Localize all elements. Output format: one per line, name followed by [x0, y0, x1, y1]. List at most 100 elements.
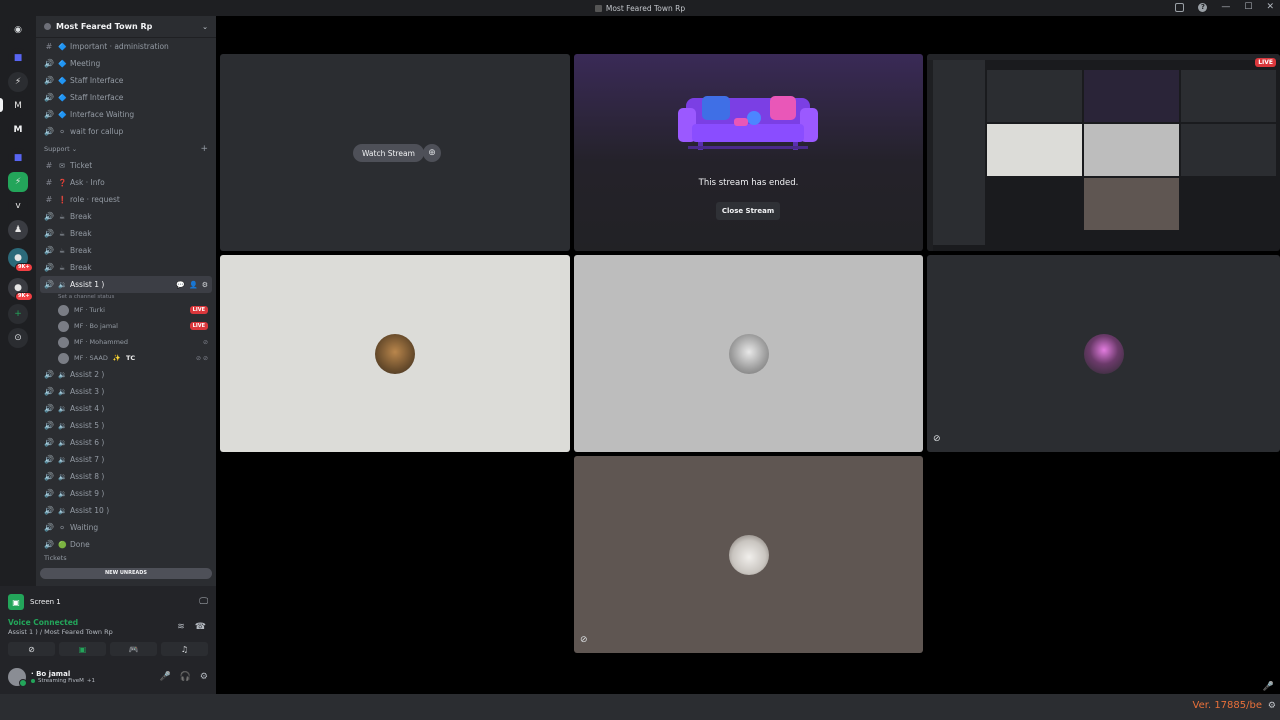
channel-item[interactable]: 🔊 🔷 Staff Interface — [36, 89, 216, 106]
server-badge-icon — [44, 23, 51, 30]
channel-item[interactable]: 🔊 🔷 Meeting — [36, 55, 216, 72]
channel-item[interactable]: 🔊 ☕ Break — [36, 208, 216, 225]
voice-user[interactable]: MF · Bo jamal LIVE — [36, 318, 216, 334]
channel-emoji-icon: ✉ — [59, 161, 65, 170]
channel-label: wait for callup — [70, 127, 124, 136]
stream-tile-ended[interactable]: This stream has ended. Close Stream — [574, 54, 923, 251]
channel-item[interactable]: 🔊 🔉 Assist 7 ) — [36, 451, 216, 468]
stream-tile-turki[interactable]: Watch Stream ⊕ — [220, 54, 570, 251]
channel-status[interactable]: Set a channel status — [36, 293, 216, 302]
disconnect-icon[interactable]: ☎ — [195, 622, 206, 632]
folder-icon[interactable]: ■ — [8, 48, 28, 68]
channel-item[interactable]: 🔊 ⚪ wait for callup — [36, 123, 216, 140]
speaker-emoji-icon: 🔉 — [58, 438, 67, 447]
speaker-emoji-icon: 🔉 — [58, 387, 67, 396]
channel-item[interactable]: 🔊 🔉 Assist 6 ) — [36, 434, 216, 451]
category-tickets[interactable]: Tickets — [36, 553, 216, 563]
window-title-text: Most Feared Town Rp — [605, 3, 686, 13]
user-names[interactable]: · Bo jamal Streaming FiveM +1 — [31, 670, 95, 684]
video-tile-user[interactable]: ⊘ — [927, 255, 1280, 452]
noise-suppression-icon[interactable]: ≋ — [177, 622, 185, 632]
maximize-button[interactable]: ☐ — [1244, 2, 1252, 12]
avatar[interactable] — [8, 668, 27, 687]
microphone-icon[interactable]: 🎤 — [159, 672, 170, 682]
headphones-icon[interactable]: 🎧 — [180, 672, 191, 682]
activity-button[interactable]: 🎮 — [110, 642, 157, 656]
channel-item[interactable]: # ❓ Ask · Info — [36, 174, 216, 191]
channel-item[interactable]: 🔊 🔉 Assist 3 ) — [36, 383, 216, 400]
channel-item[interactable]: 🔊 🔷 Interface Waiting — [36, 106, 216, 123]
avatar — [728, 534, 769, 575]
voice-channel-icon: 🔊 — [44, 404, 54, 413]
channel-item[interactable]: 🔊 ⚪ Waiting — [36, 519, 216, 536]
channel-item[interactable]: # 🔷 Important · administration — [36, 38, 216, 55]
folder-icon-2[interactable]: ■ — [8, 148, 28, 168]
channel-item[interactable]: # ✉ Ticket — [36, 157, 216, 174]
voice-user[interactable]: MF · SAAD ✨ TC ⊘ ⊘ — [36, 350, 216, 366]
screenshare-button[interactable]: ▣ — [59, 642, 106, 656]
server-icon-green[interactable]: ⚡ — [8, 172, 28, 192]
live-badge: LIVE — [1255, 58, 1276, 67]
channel-item[interactable]: 🔊 🔷 Staff Interface — [36, 72, 216, 89]
server-icon-mf[interactable]: M — [8, 120, 28, 140]
server-header[interactable]: Most Feared Town Rp ⌄ — [36, 16, 216, 38]
user-row: · Bo jamal Streaming FiveM +1 🎤 🎧 ⚙ — [8, 666, 208, 688]
stream-tile-live[interactable]: LIVE — [927, 54, 1280, 251]
video-tile-user[interactable] — [220, 255, 570, 452]
couch-icon — [678, 96, 818, 150]
minimize-button[interactable]: — — [1221, 2, 1230, 12]
settings-icon[interactable]: ⚙ — [1268, 701, 1276, 711]
add-server-icon[interactable]: + — [8, 304, 28, 324]
camera-off-button[interactable]: ⊘ — [8, 642, 55, 656]
channel-label: Assist 3 ) — [70, 387, 105, 396]
inbox-icon[interactable] — [1175, 2, 1185, 12]
window-title: Most Feared Town Rp — [594, 3, 686, 13]
channel-item[interactable]: 🔊 🔉 Assist 5 ) — [36, 417, 216, 434]
category-support[interactable]: Support ⌄ + — [36, 140, 216, 157]
server-icon-mf-active[interactable]: M — [8, 96, 28, 116]
channel-label: Staff Interface — [70, 93, 124, 102]
channel-emoji-icon: 🔷 — [58, 76, 67, 85]
server-icon-figure[interactable]: ♟ — [8, 220, 28, 240]
close-stream-button[interactable]: Close Stream — [716, 202, 780, 220]
channel-assist-1[interactable]: 🔊 🔉 Assist 1 ) 💬 👤 ⚙ — [40, 276, 212, 293]
channel-item[interactable]: 🔊 🔉 Assist 2 ) — [36, 366, 216, 383]
server-icon-v[interactable]: v — [8, 196, 28, 216]
close-window-button[interactable]: ✕ — [1266, 2, 1274, 12]
channel-item[interactable]: 🔊 ☕ Break — [36, 225, 216, 242]
watch-stream-button[interactable]: Watch Stream — [353, 144, 424, 162]
channel-item[interactable]: 🔊 ☕ Break — [36, 259, 216, 276]
channel-emoji-icon: ⚪ — [59, 523, 65, 532]
channel-item[interactable]: 🔊 ☕ Break — [36, 242, 216, 259]
voice-user[interactable]: MF · Turki LIVE — [36, 302, 216, 318]
voice-user-name: MF · Bo jamal — [74, 322, 118, 330]
live-badge: LIVE — [189, 322, 208, 330]
soundboard-button[interactable]: ♫ — [161, 642, 208, 656]
server-icon-1[interactable]: ⚡ — [8, 72, 28, 92]
channel-item[interactable]: 🔊 🟢 Done — [36, 536, 216, 553]
monitor-icon[interactable]: 🖵 — [199, 597, 208, 607]
discord-home-icon[interactable]: ◉ — [8, 20, 28, 40]
new-unreads-button[interactable]: NEW UNREADS — [40, 568, 212, 579]
channel-item[interactable]: 🔊 🔉 Assist 8 ) — [36, 468, 216, 485]
add-channel-icon[interactable]: + — [200, 144, 208, 154]
channel-item[interactable]: # ❗ role · request — [36, 191, 216, 208]
microphone-icon[interactable]: 🎤 — [1263, 682, 1274, 692]
channel-item[interactable]: 🔊 🔉 Assist 10 ) — [36, 502, 216, 519]
channel-item[interactable]: 🔊 🔉 Assist 9 ) — [36, 485, 216, 502]
channel-emoji-icon: ☕ — [58, 263, 66, 272]
chat-icon[interactable]: 💬 — [176, 281, 185, 289]
invite-icon[interactable]: 👤 — [189, 281, 198, 289]
gear-icon[interactable]: ⚙ — [200, 672, 208, 682]
channel-item[interactable]: 🔊 🔉 Assist 4 ) — [36, 400, 216, 417]
video-tile-user[interactable]: ⊘ — [574, 456, 923, 653]
discover-icon[interactable]: ⊙ — [8, 328, 28, 348]
user-status-text: Streaming FiveM — [38, 678, 84, 684]
eye-icon[interactable]: ⊕ — [423, 144, 441, 162]
voice-connection[interactable]: Voice Connected Assist 1 ) / Most Feared… — [8, 618, 113, 636]
unread-badge: 9K+ — [15, 292, 33, 301]
voice-user[interactable]: MF · Mohammed ⊘ — [36, 334, 216, 350]
gear-icon[interactable]: ⚙ — [202, 281, 208, 289]
help-icon[interactable]: ? — [1198, 2, 1208, 12]
video-tile-user[interactable] — [574, 255, 923, 452]
